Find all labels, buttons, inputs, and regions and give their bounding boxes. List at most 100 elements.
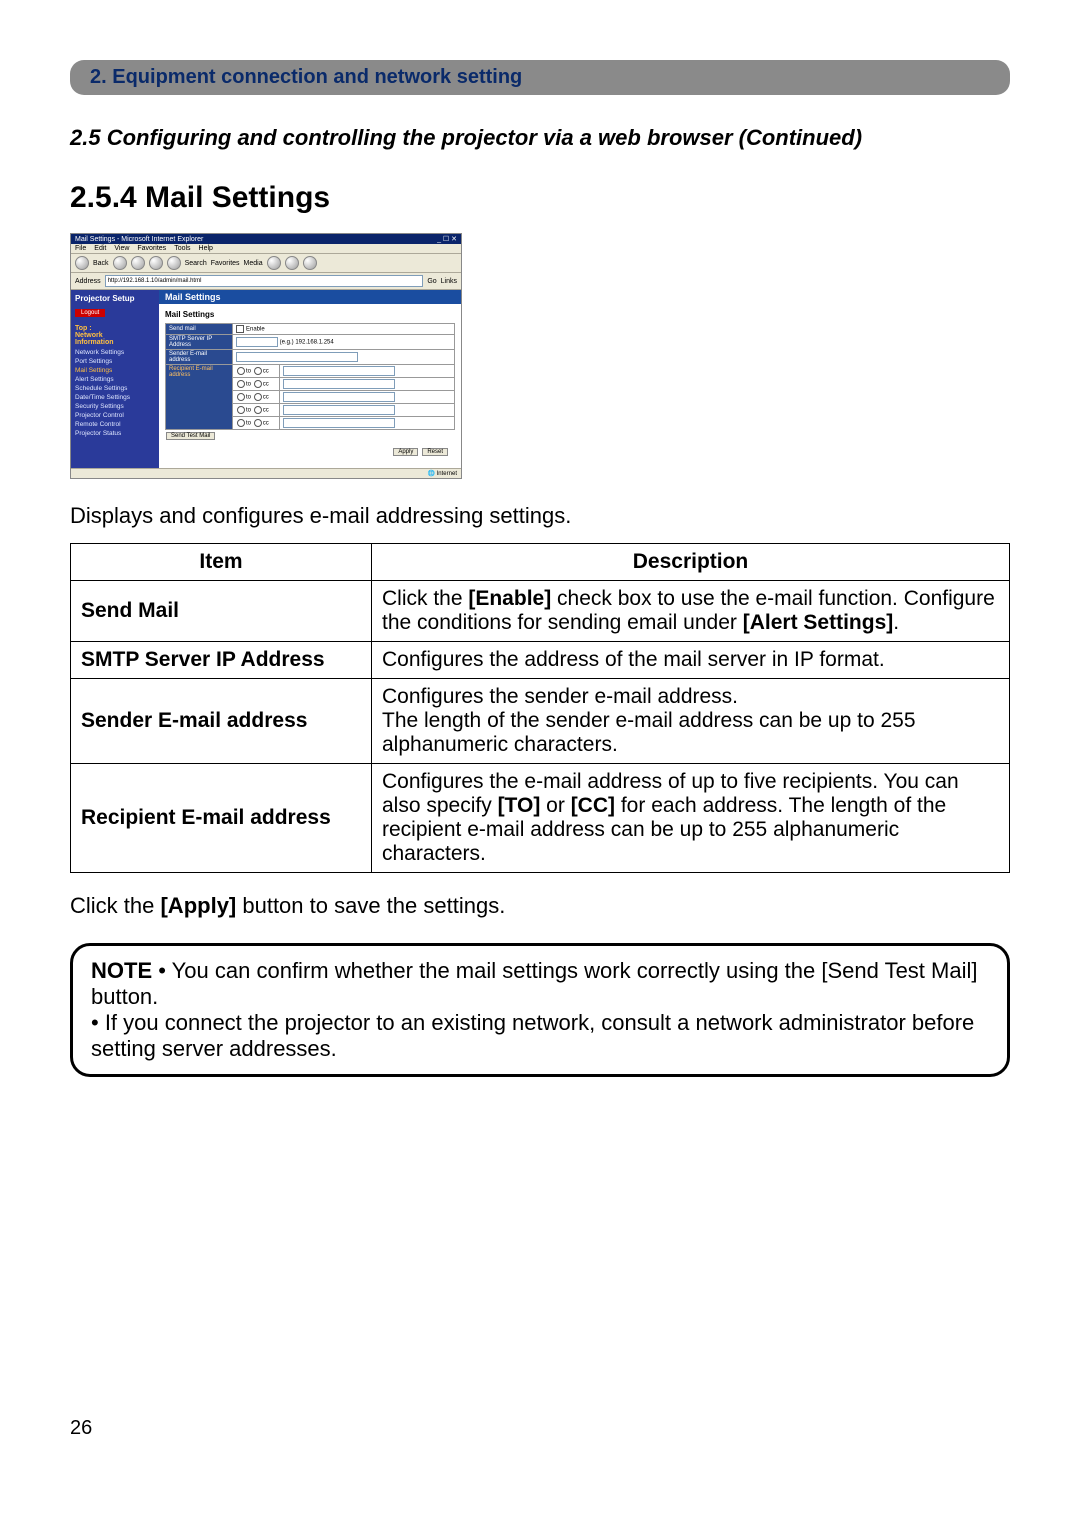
sidebar-item-security-settings[interactable]: Security Settings [75, 402, 155, 411]
menu-favorites[interactable]: Favorites [137, 245, 166, 252]
recip5-input[interactable] [283, 418, 395, 428]
history-icon[interactable] [267, 256, 281, 270]
apply-button-ss[interactable]: Apply [393, 448, 418, 456]
desc-recipient: Configures the e-mail address of up to f… [372, 764, 1010, 873]
settings-table: Item Description Send Mail Click the [En… [70, 543, 1010, 873]
recip5-cc-radio[interactable] [254, 419, 262, 427]
note-box: NOTE • You can confirm whether the mail … [70, 943, 1010, 1077]
enable-label: Enable [246, 327, 265, 333]
address-label: Address [75, 278, 101, 285]
back-label: Back [93, 260, 109, 267]
menu-view[interactable]: View [114, 245, 129, 252]
menu-file[interactable]: File [75, 245, 86, 252]
sidebar-item-datetime-settings[interactable]: Date/Time Settings [75, 393, 155, 402]
recip2-to-radio[interactable] [237, 380, 245, 388]
enable-checkbox[interactable] [236, 325, 244, 333]
intro-text: Displays and configures e-mail addressin… [70, 503, 1010, 529]
row-sender-label: Sender E-mail address [166, 350, 233, 365]
stop-icon[interactable] [131, 256, 145, 270]
chapter-bar: 2. Equipment connection and network sett… [70, 60, 1010, 95]
search-label[interactable]: Search [185, 260, 207, 267]
media-label[interactable]: Media [244, 260, 263, 267]
mail-icon[interactable] [285, 256, 299, 270]
menu-help[interactable]: Help [199, 245, 213, 252]
sidebar-item-remote-control[interactable]: Remote Control [75, 420, 155, 429]
sidebar-top-group[interactable]: Top : Network Information [75, 325, 155, 346]
note-bullet-2: • If you connect the projector to an exi… [91, 1010, 974, 1061]
smtp-hint: (e.g.) 192.168.1.254 [280, 340, 334, 346]
apply-instruction: Click the [Apply] button to save the set… [70, 893, 1010, 919]
browser-statusbar: 🌐 Internet [71, 468, 461, 478]
row-send-mail-label: Send mail [166, 324, 233, 335]
table-row: SMTP Server IP Address Configures the ad… [71, 642, 1010, 679]
content-header: Mail Settings [159, 290, 461, 304]
menu-tools[interactable]: Tools [174, 245, 190, 252]
recip3-input[interactable] [283, 392, 395, 402]
favorites-label[interactable]: Favorites [211, 260, 240, 267]
section-continued-heading: 2.5 Configuring and controlling the proj… [70, 125, 1010, 151]
window-title: Mail Settings - Microsoft Internet Explo… [75, 236, 203, 243]
recip2-cc-radio[interactable] [254, 380, 262, 388]
zone-icon: 🌐 [428, 471, 437, 477]
row-smtp-label: SMTP Server IP Address [166, 335, 233, 350]
table-row: Recipient E-mail address Configures the … [71, 764, 1010, 873]
sidebar-item-projector-status[interactable]: Projector Status [75, 429, 155, 438]
row-recipient-label: Recipient E-mail address [166, 365, 233, 430]
browser-menubar: File Edit View Favorites Tools Help [71, 244, 461, 254]
desc-send-mail: Click the [Enable] check box to use the … [372, 581, 1010, 642]
embedded-screenshot: Mail Settings - Microsoft Internet Explo… [70, 233, 462, 479]
mail-settings-form: Send mail Enable SMTP Server IP Address … [165, 323, 455, 430]
note-bullet-1: • You can confirm whether the mail setti… [91, 958, 977, 1009]
sidebar-item-schedule-settings[interactable]: Schedule Settings [75, 384, 155, 393]
reset-button-ss[interactable]: Reset [422, 448, 448, 456]
recip3-cc-radio[interactable] [254, 393, 262, 401]
content-panel: Mail Settings Mail Settings Send mail En… [159, 290, 461, 468]
recip5-to-radio[interactable] [237, 419, 245, 427]
back-icon[interactable] [75, 256, 89, 270]
item-sender: Sender E-mail address [71, 679, 372, 764]
recip3-to-radio[interactable] [237, 393, 245, 401]
address-bar: Address http://192.168.1.10/admin/mail.h… [71, 273, 461, 290]
recip4-cc-radio[interactable] [254, 406, 262, 414]
recip1-input[interactable] [283, 366, 395, 376]
item-smtp: SMTP Server IP Address [71, 642, 372, 679]
sender-input[interactable] [236, 352, 358, 362]
desc-smtp: Configures the address of the mail serve… [372, 642, 1010, 679]
table-row: Sender E-mail address Configures the sen… [71, 679, 1010, 764]
links-label: Links [441, 278, 457, 285]
sidebar-item-mail-settings[interactable]: Mail Settings [75, 366, 155, 375]
menu-edit[interactable]: Edit [94, 245, 106, 252]
page-number: 26 [70, 1417, 1010, 1440]
table-row: Send Mail Click the [Enable] check box t… [71, 581, 1010, 642]
recip1-cc-radio[interactable] [254, 367, 262, 375]
col-item-header: Item [71, 544, 372, 581]
section-heading: 2.5.4 Mail Settings [70, 181, 1010, 215]
item-recipient: Recipient E-mail address [71, 764, 372, 873]
sidebar-item-projector-control[interactable]: Projector Control [75, 411, 155, 420]
projector-sidebar: Projector Setup Logout Top : Network Inf… [71, 290, 159, 468]
address-input[interactable]: http://192.168.1.10/admin/mail.html [105, 275, 424, 287]
item-send-mail: Send Mail [71, 581, 372, 642]
sidebar-item-port-settings[interactable]: Port Settings [75, 357, 155, 366]
recip1-to-radio[interactable] [237, 367, 245, 375]
logout-button[interactable]: Logout [75, 309, 105, 317]
window-titlebar: Mail Settings - Microsoft Internet Explo… [71, 234, 461, 244]
sidebar-item-alert-settings[interactable]: Alert Settings [75, 375, 155, 384]
smtp-input[interactable] [236, 337, 278, 347]
col-desc-header: Description [372, 544, 1010, 581]
forward-icon[interactable] [113, 256, 127, 270]
sidebar-item-network-settings[interactable]: Network Settings [75, 348, 155, 357]
print-icon[interactable] [303, 256, 317, 270]
note-label: NOTE [91, 958, 152, 983]
send-test-mail-button[interactable]: Send Test Mail [166, 432, 215, 440]
recip4-to-radio[interactable] [237, 406, 245, 414]
refresh-icon[interactable] [149, 256, 163, 270]
go-button[interactable]: Go [427, 278, 436, 285]
window-controls: _ ☐ ✕ [437, 235, 457, 243]
recip4-input[interactable] [283, 405, 395, 415]
sidebar-title: Projector Setup [75, 294, 155, 303]
home-icon[interactable] [167, 256, 181, 270]
content-title: Mail Settings [165, 310, 455, 319]
recip2-input[interactable] [283, 379, 395, 389]
desc-sender: Configures the sender e-mail address. Th… [372, 679, 1010, 764]
